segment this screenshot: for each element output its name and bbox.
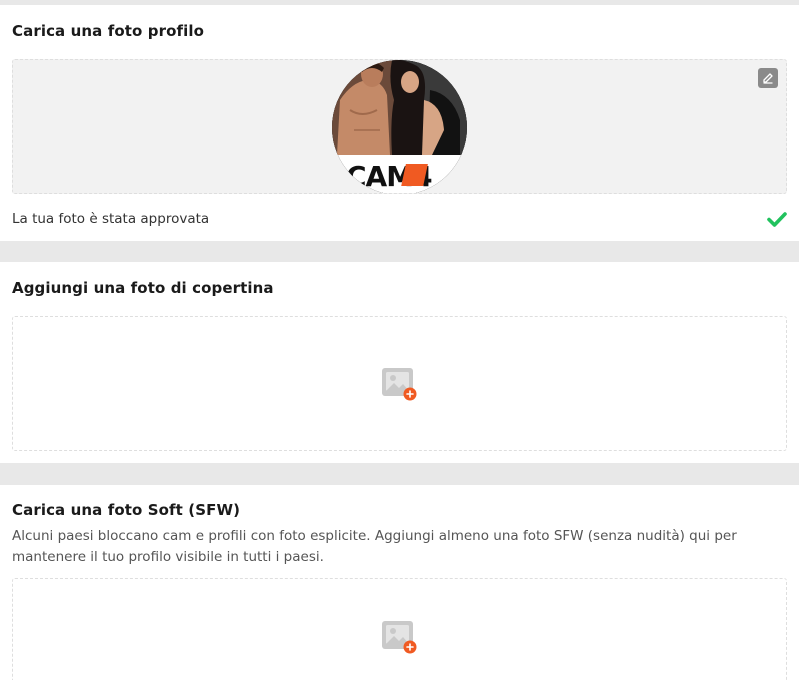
sfw-photo-section: Carica una foto Soft (SFW) Alcuni paesi … — [0, 485, 799, 680]
approval-status-text: La tua foto è stata approvata — [12, 211, 210, 227]
edit-photo-button[interactable] — [758, 68, 778, 88]
profile-avatar: CAM4 — [332, 60, 467, 193]
cover-photo-upload-area[interactable] — [12, 316, 787, 451]
cover-photo-title: Aggiungi una foto di copertina — [12, 279, 274, 297]
sfw-photo-description: Alcuni paesi bloccano cam e profili con … — [12, 528, 737, 565]
sfw-photo-title: Carica una foto Soft (SFW) — [12, 501, 241, 519]
profile-photo-upload-area[interactable]: CAM4 — [12, 59, 787, 194]
add-image-icon[interactable] — [381, 367, 417, 401]
profile-photo-section: Carica una foto profilo CAM4 La tua foto… — [0, 5, 799, 241]
checkmark-icon — [767, 212, 787, 227]
sfw-photo-upload-area[interactable] — [12, 578, 787, 680]
approval-status-row: La tua foto è stata approvata — [12, 208, 787, 230]
add-image-icon[interactable] — [381, 620, 417, 654]
pencil-edit-icon — [763, 73, 773, 84]
photo-settings-page: Carica una foto profilo CAM4 La tua foto… — [0, 0, 799, 680]
profile-photo-title: Carica una foto profilo — [12, 22, 204, 40]
cover-photo-section: Aggiungi una foto di copertina — [0, 262, 799, 463]
